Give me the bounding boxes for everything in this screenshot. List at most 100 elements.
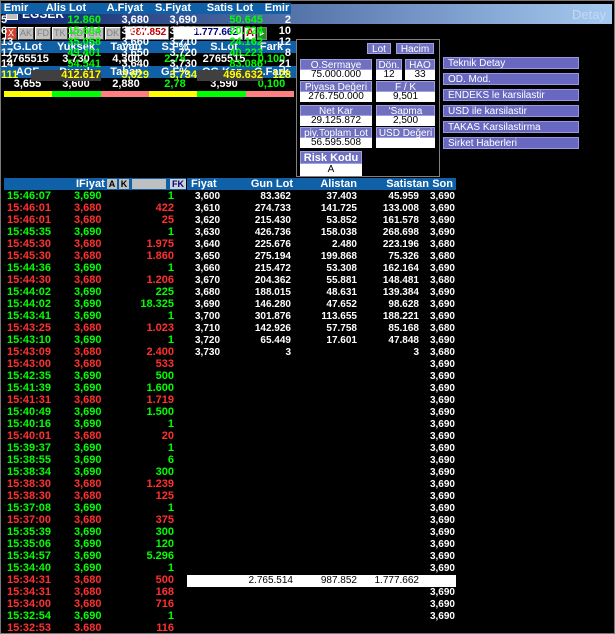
trade-row[interactable]: 15:44:30 3,680 1.206 bbox=[4, 274, 186, 286]
info-panel: Lot Hacim O.Sermaye 75.000.000 Dön. 12 H… bbox=[296, 39, 440, 177]
price-row[interactable]: 3,670 204.362 55.881 148.481 3,680 bbox=[187, 275, 456, 286]
trade-row[interactable]: 15:38:55 3,690 6 bbox=[4, 454, 186, 466]
price-row[interactable]: 3,690 bbox=[187, 359, 456, 370]
price-header-0: Fiyat bbox=[191, 178, 217, 190]
price-row[interactable]: 3,730 3 3 3,680 bbox=[187, 347, 456, 358]
price-row[interactable]: 3,690 bbox=[187, 443, 456, 454]
trade-time: 15:43:09 bbox=[7, 346, 52, 358]
app-window: EGSER Detay X AK FD TK KD GR DK 987.852 1.777… bbox=[0, 0, 615, 634]
trade-row[interactable]: 15:43:41 3,690 1 bbox=[4, 310, 186, 322]
trade-lot: 116 bbox=[156, 622, 174, 631]
price-row[interactable]: 3,690 bbox=[187, 407, 456, 418]
trade-row[interactable]: 15:32:53 3,680 116 bbox=[4, 622, 186, 631]
trade-row[interactable]: 15:45:35 3,690 1 bbox=[4, 226, 186, 238]
trade-row[interactable]: 15:46:01 3,680 25 bbox=[4, 214, 186, 226]
price-row[interactable]: 3,620 215.430 53.852 161.578 3,690 bbox=[187, 215, 456, 226]
trade-row[interactable]: 15:46:07 3,690 1 bbox=[4, 190, 186, 202]
price-row[interactable]: 3,690 bbox=[187, 491, 456, 502]
son-cell: 3,690 bbox=[429, 491, 455, 502]
price-row[interactable]: 3,690 bbox=[187, 503, 456, 514]
price-row[interactable]: 3,690 bbox=[187, 419, 456, 430]
trade-row[interactable]: 15:40:16 3,690 1 bbox=[4, 418, 186, 430]
price-cell: 148.481 bbox=[382, 275, 419, 286]
price-cell: 75.326 bbox=[388, 251, 419, 262]
price-cell: 133.008 bbox=[382, 203, 419, 214]
trade-row[interactable]: 15:35:06 3,690 120 bbox=[4, 538, 186, 550]
trade-row[interactable]: 15:45:30 3,680 1.860 bbox=[4, 250, 186, 262]
trade-row[interactable]: 15:40:01 3,680 20 bbox=[4, 430, 186, 442]
menu-item-4[interactable]: TAKAS Karsilastirma bbox=[443, 121, 579, 133]
price-cell: 17.601 bbox=[326, 335, 357, 346]
trade-row[interactable]: 15:37:08 3,690 1 bbox=[4, 502, 186, 514]
netkar-value: 29.125.872 bbox=[300, 116, 372, 126]
trades-list[interactable]: 15:46:07 3,690 1 15:46:01 3,680 422 15:46:01 3,… bbox=[4, 178, 186, 631]
price-row[interactable]: 3,680 188.015 48.631 139.384 3,690 bbox=[187, 287, 456, 298]
trade-row[interactable]: 15:40:49 3,690 1.500 bbox=[4, 406, 186, 418]
price-row[interactable]: 3,690 bbox=[187, 551, 456, 562]
trade-row[interactable]: 15:44:02 3,690 18.325 bbox=[4, 298, 186, 310]
trade-row[interactable]: 15:37:00 3,680 375 bbox=[4, 514, 186, 526]
price-row[interactable]: 3,690 bbox=[187, 611, 456, 622]
price-row[interactable]: 3,690 bbox=[187, 515, 456, 526]
usd-value-button[interactable]: USD Değeri bbox=[376, 127, 435, 139]
menu-item-0[interactable]: Teknik Detay bbox=[443, 57, 579, 69]
price-row[interactable]: 3,630 426.736 158.038 268.698 3,690 bbox=[187, 227, 456, 238]
price-row[interactable]: 3,640 225.676 2.480 223.196 3,680 bbox=[187, 239, 456, 250]
price-row[interactable]: 3,600 83.362 37.403 45.959 3,690 bbox=[187, 191, 456, 202]
price-row[interactable]: 3,610 274.733 141.725 133.008 3,690 bbox=[187, 203, 456, 214]
trade-row[interactable]: 15:43:25 3,680 1.023 bbox=[4, 322, 186, 334]
trade-row[interactable]: 15:45:30 3,680 1.975 bbox=[4, 238, 186, 250]
trade-row[interactable]: 15:43:00 3,680 533 bbox=[4, 358, 186, 370]
menu-item-5[interactable]: Sirket Haberleri bbox=[443, 137, 579, 149]
trade-row[interactable]: 15:43:10 3,690 1 bbox=[4, 334, 186, 346]
price-row[interactable]: 3,690 bbox=[187, 395, 456, 406]
hacim-button[interactable]: Hacim bbox=[396, 43, 434, 55]
trade-row[interactable]: 15:44:02 3,690 225 bbox=[4, 286, 186, 298]
menu-item-3[interactable]: USD ile karsilastir bbox=[443, 105, 579, 117]
price-row[interactable]: 3,690 bbox=[187, 539, 456, 550]
depth-total-row[interactable]: 111 412.617 3,629 3,734 496.632 128 bbox=[1, 70, 291, 81]
detail-label[interactable]: Detay bbox=[572, 7, 606, 22]
lot-button[interactable]: Lot bbox=[367, 43, 391, 55]
price-row[interactable]: 3,690 146.280 47.652 98.628 3,690 bbox=[187, 299, 456, 310]
trade-row[interactable]: 15:41:39 3,690 1.600 bbox=[4, 382, 186, 394]
price-row[interactable]: 3,710 142.926 57.758 85.168 3,680 bbox=[187, 323, 456, 334]
price-row[interactable]: 3,690 bbox=[187, 527, 456, 538]
menu-item-1[interactable]: OD. Mod. bbox=[443, 73, 579, 85]
price-row[interactable]: 3,690 bbox=[187, 467, 456, 478]
trade-row[interactable]: 15:34:31 3,680 168 bbox=[4, 586, 186, 598]
price-row[interactable]: 3,690 bbox=[187, 371, 456, 382]
price-row[interactable]: 3,690 bbox=[187, 563, 456, 574]
trade-row[interactable]: 15:34:57 3,690 5.296 bbox=[4, 550, 186, 562]
trade-row[interactable]: 15:34:31 3,680 500 bbox=[4, 574, 186, 586]
trade-row[interactable]: 15:46:01 3,680 422 bbox=[4, 202, 186, 214]
price-row[interactable]: 3,700 301.876 113.655 188.221 3,690 bbox=[187, 311, 456, 322]
price-row[interactable]: 3,690 bbox=[187, 599, 456, 610]
trade-row[interactable]: 15:38:30 3,680 1.239 bbox=[4, 478, 186, 490]
trade-row[interactable]: 15:44:36 3,690 1 bbox=[4, 262, 186, 274]
price-cell: 141.725 bbox=[320, 203, 357, 214]
price-row[interactable]: 3,660 215.472 53.308 162.164 3,690 bbox=[187, 263, 456, 274]
trade-row[interactable]: 15:38:34 3,690 300 bbox=[4, 466, 186, 478]
trade-row[interactable]: 15:34:40 3,690 1 bbox=[4, 562, 186, 574]
trade-row[interactable]: 15:38:30 3,680 125 bbox=[4, 490, 186, 502]
trade-row[interactable]: 15:35:39 3,690 300 bbox=[4, 526, 186, 538]
trade-lot: 18.325 bbox=[140, 298, 174, 310]
trade-lot: 125 bbox=[155, 490, 174, 502]
menu-item-2[interactable]: ENDEKS le karsilastir bbox=[443, 89, 579, 101]
price-row[interactable]: 3,720 65.449 17.601 47.848 3,690 bbox=[187, 335, 456, 346]
price-row[interactable]: 3,690 bbox=[187, 587, 456, 598]
price-row[interactable]: 3,690 bbox=[187, 383, 456, 394]
trade-price: 3,690 bbox=[74, 466, 102, 478]
trade-row[interactable]: 15:34:00 3,680 716 bbox=[4, 598, 186, 610]
trade-row[interactable]: 15:39:37 3,690 1 bbox=[4, 442, 186, 454]
trade-row[interactable]: 15:43:09 3,680 2.400 bbox=[4, 346, 186, 358]
price-row[interactable]: 3,650 275.194 199.868 75.326 3,680 bbox=[187, 251, 456, 262]
trade-time: 15:38:30 bbox=[7, 490, 52, 502]
price-row[interactable]: 3,690 bbox=[187, 455, 456, 466]
price-row[interactable]: 3,690 bbox=[187, 431, 456, 442]
price-row[interactable]: 3,690 bbox=[187, 479, 456, 490]
trade-row[interactable]: 15:42:35 3,690 500 bbox=[4, 370, 186, 382]
trade-row[interactable]: 15:41:31 3,680 1.719 bbox=[4, 394, 186, 406]
trade-row[interactable]: 15:32:54 3,690 1 bbox=[4, 610, 186, 622]
